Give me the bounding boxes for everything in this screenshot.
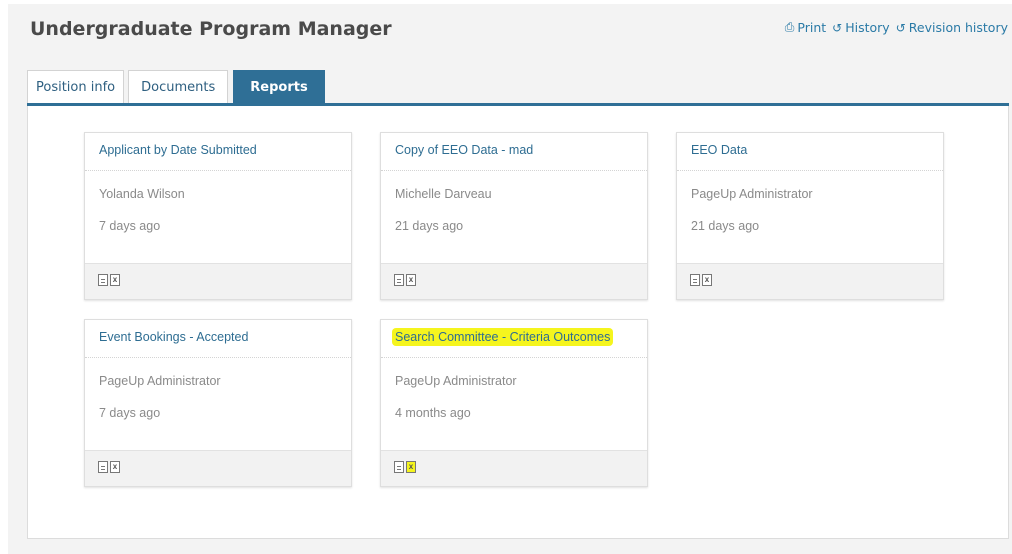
page-title: Undergraduate Program Manager: [30, 18, 392, 40]
reports-panel: Applicant by Date Submitted Yolanda Wils…: [27, 106, 1009, 539]
report-card-footer: x: [85, 450, 351, 486]
report-card: Event Bookings - Accepted PageUp Adminis…: [84, 319, 352, 487]
document-icon[interactable]: [98, 461, 108, 473]
history-icon: ↺: [895, 20, 906, 35]
tab-reports[interactable]: Reports: [233, 70, 325, 103]
report-title-link[interactable]: Event Bookings - Accepted: [99, 330, 248, 344]
excel-icon[interactable]: x: [110, 274, 120, 286]
print-link[interactable]: ⎙ Print: [785, 20, 826, 35]
report-card-header: Applicant by Date Submitted: [85, 133, 351, 171]
report-title-link[interactable]: Copy of EEO Data - mad: [395, 143, 533, 157]
report-date: 21 days ago: [691, 219, 760, 233]
report-card: EEO Data PageUp Administrator 21 days ag…: [676, 132, 944, 300]
report-date: 7 days ago: [99, 406, 161, 420]
report-card: Copy of EEO Data - mad Michelle Darveau …: [380, 132, 648, 300]
report-title-link[interactable]: Applicant by Date Submitted: [99, 143, 257, 157]
report-card-header: Event Bookings - Accepted: [85, 320, 351, 358]
document-icon[interactable]: [394, 461, 404, 473]
page-frame: Undergraduate Program Manager ⎙ Print ↺ …: [8, 4, 1012, 554]
excel-icon[interactable]: x: [110, 461, 120, 473]
report-date: 7 days ago: [99, 219, 161, 233]
document-icon[interactable]: [98, 274, 108, 286]
print-icon: ⎙: [784, 20, 795, 34]
report-date: 21 days ago: [395, 219, 464, 233]
report-card-footer: x: [381, 450, 647, 486]
excel-icon[interactable]: x: [406, 461, 416, 473]
tab-bar: Position info Documents Reports: [27, 70, 330, 103]
tab-documents[interactable]: Documents: [128, 70, 229, 103]
report-card-header: Search Committee - Criteria Outcomes: [381, 320, 647, 358]
report-card-header: EEO Data: [677, 133, 943, 171]
revision-history-label: Revision history: [908, 20, 1008, 35]
history-label: History: [845, 20, 890, 35]
excel-icon[interactable]: x: [406, 274, 416, 286]
report-owner: Yolanda Wilson: [99, 187, 185, 201]
print-label: Print: [797, 20, 827, 35]
revision-history-link[interactable]: ↺ Revision history: [896, 20, 1008, 35]
report-title-link[interactable]: Search Committee - Criteria Outcomes: [392, 328, 614, 346]
report-owner: PageUp Administrator: [691, 187, 813, 201]
report-owner: PageUp Administrator: [99, 374, 221, 388]
document-icon[interactable]: [690, 274, 700, 286]
report-owner: PageUp Administrator: [395, 374, 517, 388]
report-title-link[interactable]: EEO Data: [691, 143, 747, 157]
report-date: 4 months ago: [395, 406, 471, 420]
tab-position-info[interactable]: Position info: [27, 70, 125, 103]
report-card-footer: x: [677, 263, 943, 299]
history-icon: ↺: [832, 20, 843, 35]
report-card: Applicant by Date Submitted Yolanda Wils…: [84, 132, 352, 300]
report-owner: Michelle Darveau: [395, 187, 492, 201]
header-actions: ⎙ Print ↺ History ↺ Revision history: [785, 20, 1008, 35]
history-link[interactable]: ↺ History: [832, 20, 890, 35]
report-card-footer: x: [381, 263, 647, 299]
report-card-header: Copy of EEO Data - mad: [381, 133, 647, 171]
report-card: Search Committee - Criteria Outcomes Pag…: [380, 319, 648, 487]
report-card-footer: x: [85, 263, 351, 299]
excel-icon[interactable]: x: [702, 274, 712, 286]
document-icon[interactable]: [394, 274, 404, 286]
